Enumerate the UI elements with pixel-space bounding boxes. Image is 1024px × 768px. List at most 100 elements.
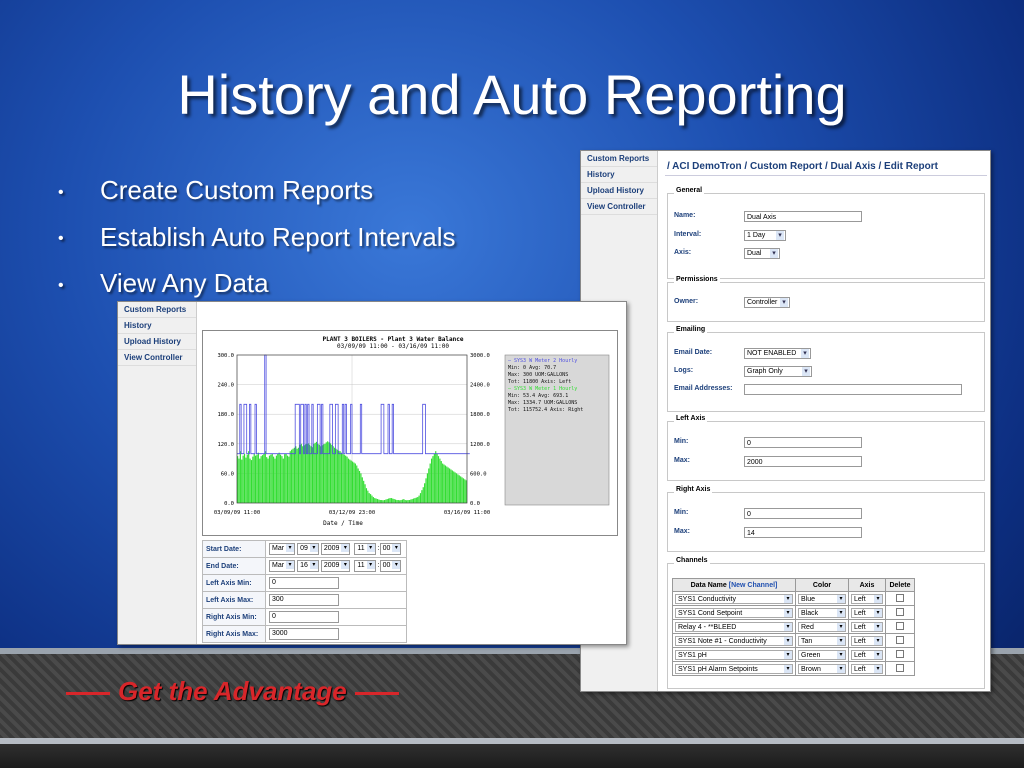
bar-sys3-w-meter-1 (333, 447, 336, 503)
email-addresses-input[interactable] (744, 384, 962, 395)
delete-checkbox[interactable] (896, 593, 904, 602)
bar-sys3-w-meter-1 (270, 454, 272, 503)
emailing-fieldset: Emailing Email Date: NOT ENABLED Logs: G… (667, 326, 985, 412)
color-select[interactable]: Green (798, 649, 846, 660)
bar-sys3-w-meter-1 (397, 500, 399, 503)
owner-select[interactable]: Controller (744, 297, 790, 308)
bar-sys3-w-meter-1 (370, 494, 372, 503)
start-hour-select[interactable]: 11 (354, 543, 376, 555)
color-select[interactable]: Red (798, 621, 846, 632)
end-minute-select[interactable]: 00 (379, 560, 402, 572)
channels-fieldset: Channels Data Name [New Channel] Color A… (667, 557, 985, 689)
bar-sys3-w-meter-1 (336, 449, 338, 503)
y-right-tick-label: 1200.0 (470, 442, 490, 448)
history-chart-screenshot: Custom Reports History Upload History Vi… (117, 301, 627, 645)
color-select[interactable]: Brown (798, 663, 846, 674)
axis-select[interactable]: Left (851, 621, 883, 632)
email-date-select[interactable]: NOT ENABLED (744, 348, 811, 359)
bar-sys3-w-meter-1 (352, 461, 354, 503)
axis-select[interactable]: Left (851, 649, 883, 660)
delete-checkbox[interactable] (896, 663, 904, 672)
bar-sys3-w-meter-1 (273, 456, 275, 503)
bar-sys3-w-meter-1 (292, 448, 294, 503)
nav-item-history[interactable]: History (118, 318, 196, 334)
delete-checkbox[interactable] (896, 607, 904, 616)
bar-sys3-w-meter-1 (404, 500, 406, 503)
start-date-label: Start Date: (202, 540, 266, 558)
right-max-input[interactable]: 14 (744, 527, 862, 538)
bar-sys3-w-meter-1 (256, 454, 258, 503)
nav-item-view-controller[interactable]: View Controller (118, 350, 196, 366)
delete-checkbox[interactable] (896, 635, 904, 644)
x-tick-label: 03/09/09 11:00 (214, 510, 260, 516)
axis-select[interactable]: Left (851, 593, 883, 604)
y-left-tick-label: 120.0 (217, 442, 234, 448)
nav-item-custom-reports[interactable]: Custom Reports (581, 151, 657, 167)
channel-select[interactable]: Relay 4 - **BLEED (675, 621, 793, 632)
bar-sys3-w-meter-1 (278, 452, 280, 503)
end-month-select[interactable]: Mar (269, 560, 296, 572)
chart-title: PLANT 3 BOILERS - Plant 3 Water Balance (323, 336, 464, 343)
bar-sys3-w-meter-1 (243, 453, 246, 503)
right-axis-min-input[interactable]: 0 (269, 611, 339, 623)
channel-select[interactable]: SYS1 Conductivity (675, 593, 793, 604)
channels-table: Data Name [New Channel] Color Axis Delet… (672, 578, 915, 676)
nav-item-custom-reports[interactable]: Custom Reports (118, 302, 196, 318)
bar-sys3-w-meter-1 (253, 453, 255, 503)
delete-checkbox[interactable] (896, 621, 904, 630)
bar-sys3-w-meter-1 (314, 442, 316, 503)
axis-select[interactable]: Left (851, 607, 883, 618)
bar-sys3-w-meter-1 (343, 454, 345, 503)
end-hour-select[interactable]: 11 (354, 560, 376, 572)
y-right-tick-label: 3000.0 (470, 353, 490, 359)
start-minute-select[interactable]: 00 (379, 543, 402, 555)
left-axis-max-input[interactable]: 300 (269, 594, 339, 606)
nav-item-upload-history[interactable]: Upload History (581, 183, 657, 199)
color-select[interactable]: Blue (798, 593, 846, 604)
y-left-tick-label: 60.0 (221, 471, 234, 477)
breadcrumb[interactable]: / ACI DemoTron / Custom Report / Dual Ax… (667, 161, 938, 172)
name-input[interactable]: Dual Axis (744, 211, 862, 222)
end-year-select[interactable]: 2009 (320, 560, 351, 572)
bar-sys3-w-meter-1 (248, 451, 250, 503)
table-row: SYS1 Note #1 - Conductivity Tan Left (672, 633, 915, 648)
nav-item-history[interactable]: History (581, 167, 657, 183)
bar-sys3-w-meter-1 (412, 498, 415, 503)
fieldset-legend: General (674, 187, 705, 194)
new-channel-link[interactable]: [New Channel] (729, 582, 778, 589)
bar-sys3-w-meter-1 (255, 455, 257, 503)
start-year-select[interactable]: 2009 (320, 543, 351, 555)
legend-line: Max: 1334.7 UOM:GALLONS (508, 400, 577, 406)
axis-select[interactable]: Left (851, 635, 883, 646)
channel-select[interactable]: SYS1 pH (675, 649, 793, 660)
delete-checkbox[interactable] (896, 649, 904, 658)
start-day-select[interactable]: 09 (297, 543, 319, 555)
slide-title: History and Auto Reporting (177, 63, 847, 126)
bar-sys3-w-meter-1 (367, 490, 369, 503)
bar-sys3-w-meter-1 (386, 499, 388, 503)
right-min-input[interactable]: 0 (744, 508, 862, 519)
end-day-select[interactable]: 16 (297, 560, 319, 572)
axis-select[interactable]: Dual (744, 248, 780, 259)
color-select[interactable]: Tan (798, 635, 846, 646)
interval-select[interactable]: 1 Day (744, 230, 786, 241)
general-fieldset: General Name: Dual Axis Interval: 1 Day … (667, 187, 985, 279)
channel-select[interactable]: SYS1 pH Alarm Setpoints (675, 663, 793, 674)
bar-sys3-w-meter-1 (279, 454, 282, 503)
right-axis-max-input[interactable]: 3000 (269, 628, 339, 640)
channel-select[interactable]: SYS1 Note #1 - Conductivity (675, 635, 793, 646)
legend-line: — SYS3 W Meter 1 Hourly (508, 386, 577, 392)
nav-item-view-controller[interactable]: View Controller (581, 199, 657, 215)
nav-item-upload-history[interactable]: Upload History (118, 334, 196, 350)
color-select[interactable]: Black (798, 607, 846, 618)
left-max-input[interactable]: 2000 (744, 456, 862, 467)
axis-select[interactable]: Left (851, 663, 883, 674)
left-axis-min-input[interactable]: 0 (269, 577, 339, 589)
logs-select[interactable]: Graph Only (744, 366, 812, 377)
bar-sys3-w-meter-1 (325, 442, 327, 503)
channel-select[interactable]: SYS1 Cond Setpoint (675, 607, 793, 618)
left-min-input[interactable]: 0 (744, 437, 862, 448)
bar-sys3-w-meter-1 (353, 462, 355, 503)
bar-sys3-w-meter-1 (435, 451, 437, 503)
start-month-select[interactable]: Mar (269, 543, 296, 555)
